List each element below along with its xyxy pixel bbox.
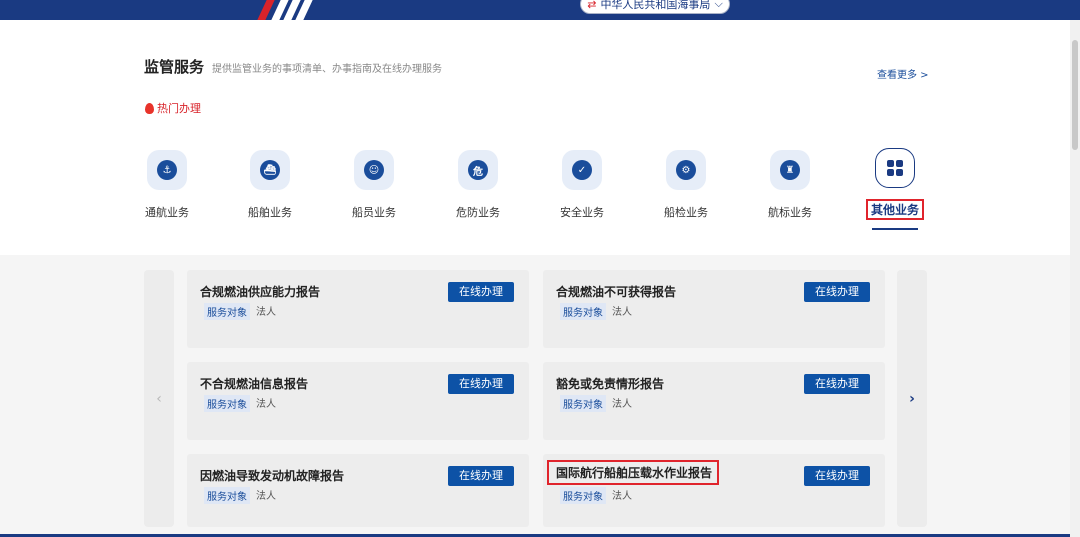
category-label: 船员业务 xyxy=(352,206,396,219)
service-target-tag: 服务对象 xyxy=(204,303,250,320)
chevron-left-icon: ‹ xyxy=(156,390,162,407)
ship-icon: ⛴ xyxy=(250,150,290,190)
service-card: 因燃油导致发动机故障报告 服务对象 法人 在线办理 xyxy=(187,454,529,527)
view-more-link[interactable]: 查看更多 > xyxy=(877,66,929,81)
hot-label: 热门办理 xyxy=(145,100,201,116)
scrollbar-thumb[interactable] xyxy=(1072,40,1078,150)
ship-inspection-icon: ⚙ xyxy=(666,150,706,190)
page-scrollbar[interactable] xyxy=(1070,20,1080,537)
service-target-value: 法人 xyxy=(256,491,276,502)
grid-icon xyxy=(875,148,915,188)
category-label: 航标业务 xyxy=(768,206,812,219)
card-title: 豁免或免责情形报告 xyxy=(556,377,665,391)
supervision-service-section: 监管服务 提供监管业务的事项清单、办事指南及在线办理服务 查看更多 > 热门办理… xyxy=(0,20,1070,255)
card-title: 因燃油导致发动机故障报告 xyxy=(200,469,345,483)
online-apply-button[interactable]: 在线办理 xyxy=(804,374,870,394)
online-apply-button[interactable]: 在线办理 xyxy=(448,282,514,302)
hazard-icon: 危 xyxy=(458,150,498,190)
category-label: 船舶业务 xyxy=(248,206,292,219)
service-card: 不合规燃油信息报告 服务对象 法人 在线办理 xyxy=(187,362,529,440)
site-selector-label: 中华人民共和国海事局 xyxy=(600,0,711,11)
online-apply-button[interactable]: 在线办理 xyxy=(804,282,870,302)
top-banner: ⇄ 中华人民共和国海事局 ⌵ xyxy=(0,0,1080,20)
card-title: 合规燃油不可获得报告 xyxy=(556,285,677,299)
chevron-down-icon: ⌵ xyxy=(714,0,723,10)
category-navigation[interactable]: ⚓ 通航业务 xyxy=(127,150,207,220)
service-card: 合规燃油供应能力报告 服务对象 法人 在线办理 xyxy=(187,270,529,348)
service-card: 豁免或免责情形报告 服务对象 法人 在线办理 xyxy=(543,362,885,440)
service-target-tag: 服务对象 xyxy=(560,303,606,320)
active-tab-underline xyxy=(872,228,918,230)
category-crew[interactable]: ☺ 船员业务 xyxy=(334,150,414,220)
service-target-value: 法人 xyxy=(612,307,632,318)
section-title: 监管服务 xyxy=(144,58,205,76)
anchor-icon: ⚓ xyxy=(147,150,187,190)
service-target-tag: 服务对象 xyxy=(204,395,250,412)
service-target-value: 法人 xyxy=(256,399,276,410)
carousel-next-button[interactable]: › xyxy=(897,270,927,527)
category-label: 危防业务 xyxy=(456,206,500,219)
category-label: 船检业务 xyxy=(664,206,708,219)
card-title: 不合规燃油信息报告 xyxy=(200,377,309,391)
category-label: 安全业务 xyxy=(560,206,604,219)
carousel-prev-button[interactable]: ‹ xyxy=(144,270,174,527)
card-title: 合规燃油供应能力报告 xyxy=(200,285,321,299)
flame-icon xyxy=(145,102,154,114)
chevron-right-icon: › xyxy=(909,390,915,407)
online-apply-button[interactable]: 在线办理 xyxy=(448,466,514,486)
service-target-tag: 服务对象 xyxy=(560,395,606,412)
category-ship[interactable]: ⛴ 船舶业务 xyxy=(230,150,310,220)
shield-check-icon: ✓ xyxy=(562,150,602,190)
card-title-highlighted: 国际航行船舶压载水作业报告 xyxy=(547,460,720,485)
category-label-active: 其他业务 xyxy=(865,199,924,220)
service-card: 国际航行船舶压载水作业报告 服务对象 法人 在线办理 xyxy=(543,454,885,527)
hot-label-text: 热门办理 xyxy=(157,102,201,115)
service-target-tag: 服务对象 xyxy=(204,487,250,504)
section-subtitle: 提供监管业务的事项清单、办事指南及在线办理服务 xyxy=(212,64,442,75)
category-ship-inspection[interactable]: ⚙ 船检业务 xyxy=(646,150,726,220)
category-navigation-aid[interactable]: ♜ 航标业务 xyxy=(750,150,830,220)
crew-icon: ☺ xyxy=(354,150,394,190)
online-apply-button[interactable]: 在线办理 xyxy=(448,374,514,394)
service-target-tag: 服务对象 xyxy=(560,487,606,504)
service-target-value: 法人 xyxy=(256,307,276,318)
service-card: 合规燃油不可获得报告 服务对象 法人 在线办理 xyxy=(543,270,885,348)
category-hazard[interactable]: 危 危防业务 xyxy=(438,150,518,220)
category-other[interactable]: 其他业务 xyxy=(855,148,935,230)
category-safety[interactable]: ✓ 安全业务 xyxy=(542,150,622,220)
service-target-value: 法人 xyxy=(612,491,632,502)
swap-arrows-icon: ⇄ xyxy=(587,0,597,11)
site-selector[interactable]: ⇄ 中华人民共和国海事局 ⌵ xyxy=(580,0,730,14)
category-label: 通航业务 xyxy=(145,206,189,219)
service-target-value: 法人 xyxy=(612,399,632,410)
online-apply-button[interactable]: 在线办理 xyxy=(804,466,870,486)
lighthouse-icon: ♜ xyxy=(770,150,810,190)
